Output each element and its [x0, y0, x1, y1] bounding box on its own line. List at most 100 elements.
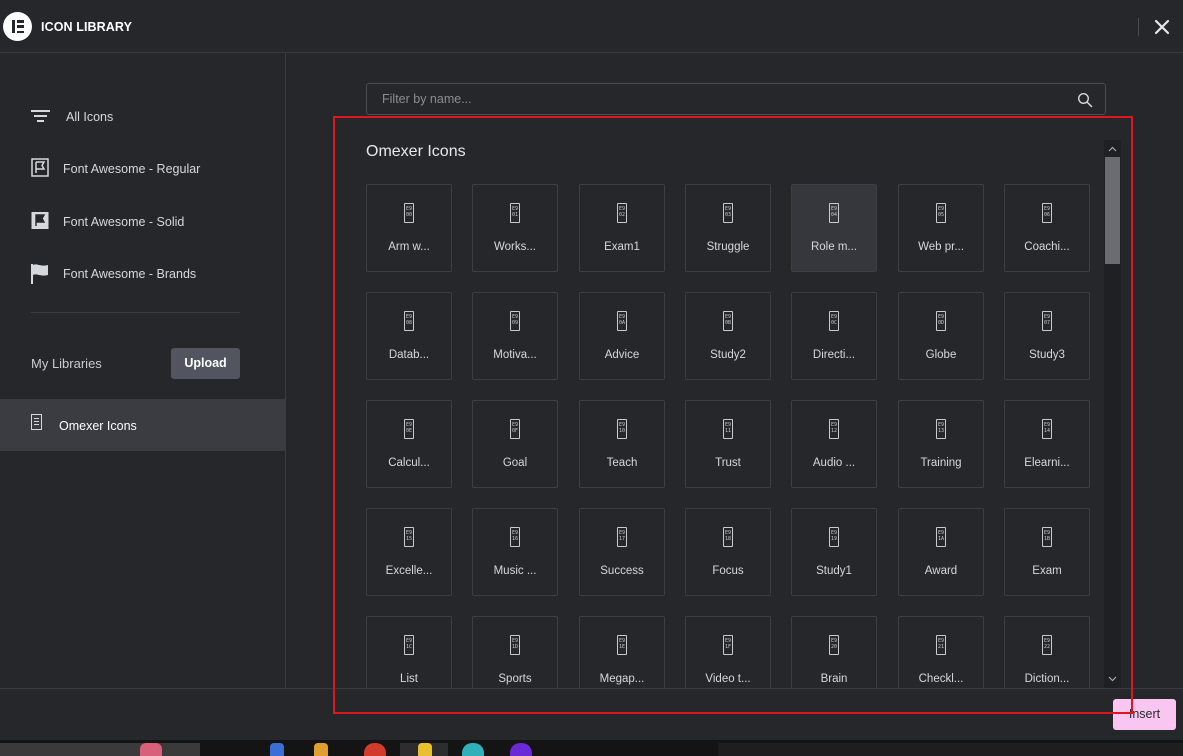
icon-tile-label: Audio ...	[812, 457, 856, 469]
taskbar-app-icon[interactable]	[364, 743, 386, 756]
icon-tile[interactable]: E9 1F Video t...	[685, 616, 771, 688]
glyph-placeholder-icon: E9 19	[829, 527, 839, 547]
glyph-placeholder-icon: E9 22	[1042, 635, 1052, 655]
icon-tile-label: Checkl...	[918, 673, 964, 685]
sidebar-item-all-icons[interactable]: All Icons	[0, 98, 285, 138]
glyph-placeholder-icon: E9 18	[723, 527, 733, 547]
icon-tile[interactable]: E9 06 Coachi...	[1004, 184, 1090, 272]
glyph-code: E9 14	[1044, 422, 1051, 434]
icon-tile[interactable]: E9 1B Exam	[1004, 508, 1090, 596]
sidebar-item-fa-brands[interactable]: Font Awesome - Brands	[0, 255, 285, 295]
icon-tile[interactable]: E9 0A Advice	[579, 292, 665, 380]
icon-tile-label: Brain	[820, 673, 848, 685]
glyph-code: E9 07	[1044, 314, 1051, 326]
glyph-code: E9 1A	[938, 530, 945, 542]
icon-tile[interactable]: E9 10 Teach	[579, 400, 665, 488]
my-libraries-label: My Libraries	[31, 356, 102, 371]
taskbar-app-icon[interactable]	[140, 743, 162, 756]
sidebar-item-fa-regular[interactable]: Font Awesome - Regular	[0, 150, 285, 190]
scroll-thumb[interactable]	[1105, 157, 1120, 264]
icon-tile-label: Advice	[604, 349, 640, 361]
icon-tile[interactable]: E9 02 Exam1	[579, 184, 665, 272]
glyph-code: E9 22	[1044, 638, 1051, 650]
icon-tile-label: Video t...	[705, 673, 751, 685]
icon-tile[interactable]: E9 22 Diction...	[1004, 616, 1090, 688]
glyph-code: E9 21	[938, 638, 945, 650]
icon-tile[interactable]: E9 15 Excelle...	[366, 508, 452, 596]
sidebar-item-label: Omexer Icons	[59, 419, 137, 433]
icon-tile[interactable]: E9 20 Brain	[791, 616, 877, 688]
glyph-code: E9 08	[406, 314, 413, 326]
glyph-placeholder-icon: E9 1D	[510, 635, 520, 655]
glyph-code: E9 20	[831, 638, 838, 650]
sidebar-divider	[31, 312, 240, 313]
icon-tile[interactable]: E9 16 Music ...	[472, 508, 558, 596]
search-input[interactable]	[367, 84, 1067, 114]
glyph-code: E9 18	[725, 530, 732, 542]
taskbar-app-icon[interactable]	[314, 743, 328, 756]
icon-tile[interactable]: E9 03 Struggle	[685, 184, 771, 272]
icon-tile[interactable]: E9 0E Calcul...	[366, 400, 452, 488]
icon-tile[interactable]: E9 17 Success	[579, 508, 665, 596]
glyph-code: E9 10	[619, 422, 626, 434]
taskbar-app-icon[interactable]	[418, 743, 432, 756]
icon-tile[interactable]: E9 08 Datab...	[366, 292, 452, 380]
flag-brands-icon	[31, 263, 49, 284]
sidebar-item-omexer-icons[interactable]: Omexer Icons	[0, 399, 285, 451]
scroll-down-arrow-icon[interactable]	[1104, 672, 1121, 684]
icon-tile[interactable]: E9 00 Arm w...	[366, 184, 452, 272]
icon-tile[interactable]: E9 04 Role m...	[791, 184, 877, 272]
icon-tile[interactable]: E9 14 Elearni...	[1004, 400, 1090, 488]
icon-tile[interactable]: E9 1E Megap...	[579, 616, 665, 688]
insert-button[interactable]: Insert	[1113, 699, 1176, 730]
icon-tile[interactable]: E9 1A Award	[898, 508, 984, 596]
icon-tile-label: Exam	[1032, 565, 1062, 577]
icon-tile-label: Datab...	[388, 349, 430, 361]
glyph-placeholder-icon: E9 0E	[404, 419, 414, 439]
search-icon[interactable]	[1077, 92, 1093, 108]
taskbar-app-icon[interactable]	[270, 743, 284, 756]
glyph-code: E9 09	[512, 314, 519, 326]
icon-tile[interactable]: E9 19 Study1	[791, 508, 877, 596]
glyph-code: E9 02	[619, 206, 626, 218]
icon-tile[interactable]: E9 13 Training	[898, 400, 984, 488]
glyph-code: E9 05	[938, 206, 945, 218]
glyph-code: E9 1F	[725, 638, 732, 650]
glyph-placeholder-icon: E9 1A	[936, 527, 946, 547]
sidebar-item-fa-solid[interactable]: Font Awesome - Solid	[0, 203, 285, 243]
icon-tile[interactable]: E9 12 Audio ...	[791, 400, 877, 488]
icon-tile[interactable]: E9 18 Focus	[685, 508, 771, 596]
icon-tile-label: Globe	[925, 349, 957, 361]
icon-tile[interactable]: E9 21 Checkl...	[898, 616, 984, 688]
filter-search-box	[366, 83, 1106, 115]
scroll-up-arrow-icon[interactable]	[1104, 142, 1121, 154]
icon-tile-label: Study3	[1029, 349, 1065, 361]
modal-title: ICON LIBRARY	[41, 20, 133, 34]
icon-tile[interactable]: E9 07 Study3	[1004, 292, 1090, 380]
grid-scrollbar[interactable]	[1104, 140, 1121, 688]
close-icon[interactable]	[1150, 15, 1174, 39]
icon-tile[interactable]: E9 1C List	[366, 616, 452, 688]
icon-tile[interactable]: E9 09 Motiva...	[472, 292, 558, 380]
icon-tile[interactable]: E9 01 Works...	[472, 184, 558, 272]
taskbar-app-icon[interactable]	[510, 743, 532, 756]
glyph-code: E9 12	[831, 422, 838, 434]
glyph-code: E9 19	[831, 530, 838, 542]
glyph-placeholder-icon: E9 15	[404, 527, 414, 547]
glyph-code: E9 0E	[406, 422, 413, 434]
upload-button[interactable]: Upload	[171, 348, 240, 379]
glyph-placeholder-icon: E9 12	[829, 419, 839, 439]
icon-tile[interactable]: E9 0C Directi...	[791, 292, 877, 380]
icon-tile[interactable]: E9 05 Web pr...	[898, 184, 984, 272]
icon-tile[interactable]: E9 11 Trust	[685, 400, 771, 488]
glyph-code: E9 0A	[619, 314, 626, 326]
omexer-icon	[31, 414, 43, 431]
icon-tile[interactable]: E9 0B Study2	[685, 292, 771, 380]
sidebar-item-label: Font Awesome - Brands	[63, 267, 197, 281]
icon-tile[interactable]: E9 0F Goal	[472, 400, 558, 488]
icon-tile[interactable]: E9 1D Sports	[472, 616, 558, 688]
taskbar-app-icon[interactable]	[462, 743, 484, 756]
icon-tile-label: Elearni...	[1024, 457, 1070, 469]
icon-tile[interactable]: E9 0D Globe	[898, 292, 984, 380]
glyph-code: E9 06	[1044, 206, 1051, 218]
